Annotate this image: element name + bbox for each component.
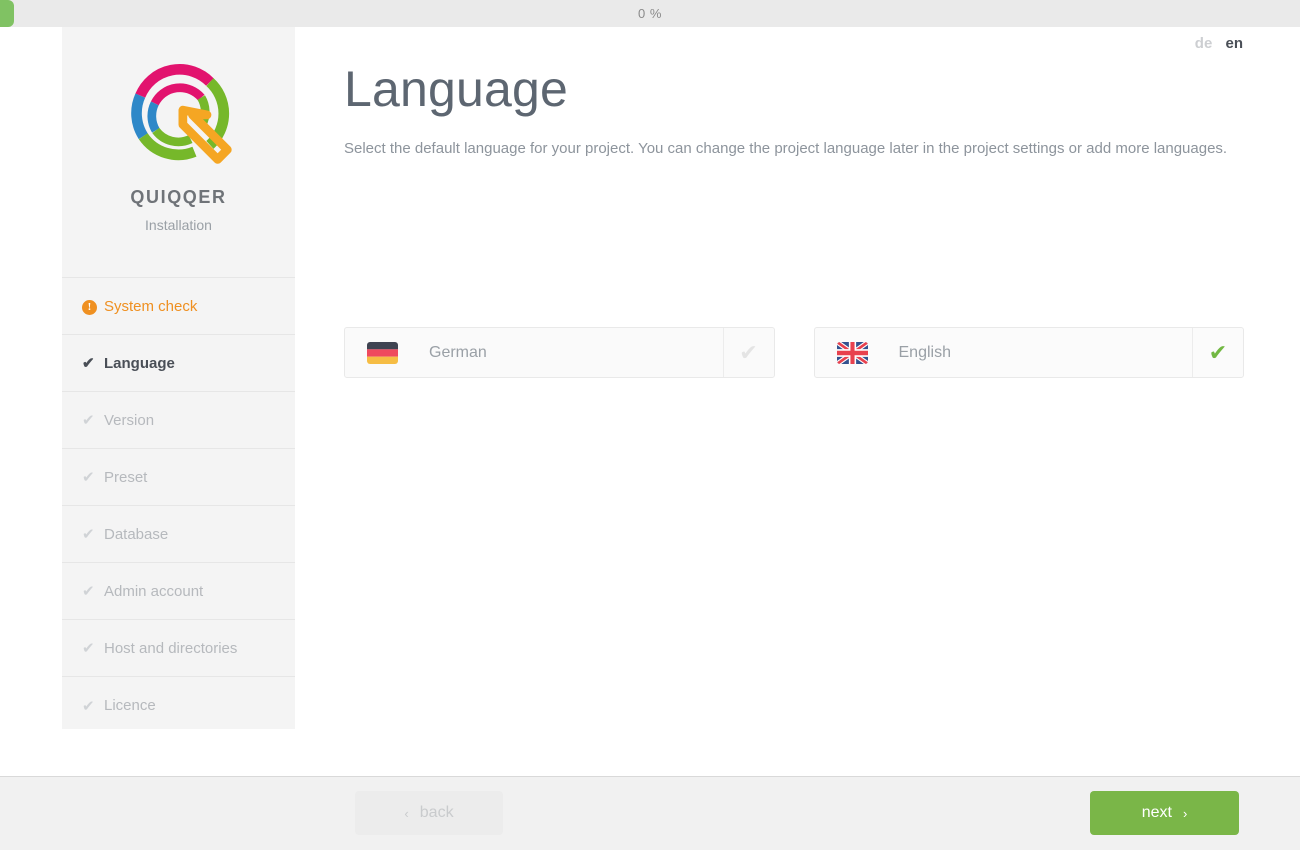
- check-icon: ✔: [82, 640, 95, 657]
- sidebar-item-label: System check: [104, 297, 198, 315]
- language-option-main: English: [815, 328, 1193, 377]
- sidebar-item-system-check[interactable]: ! System check: [62, 278, 295, 335]
- flag-gb-icon: [836, 341, 868, 364]
- brand-block: QUIQQER Installation: [62, 27, 295, 277]
- sidebar-nav: ! System check ✔ Language ✔ Version ✔ Pr…: [62, 277, 295, 734]
- check-icon: ✔: [82, 469, 95, 486]
- check-icon: ✔: [82, 355, 95, 372]
- next-button-label: next: [1141, 804, 1172, 821]
- sidebar-item-label: Version: [104, 411, 155, 429]
- sidebar-item-version[interactable]: ✔ Version: [62, 392, 295, 449]
- language-options: German ✔ English ✔: [344, 327, 1244, 378]
- sidebar: QUIQQER Installation ! System check ✔ La…: [62, 27, 295, 729]
- check-icon: ✔: [82, 583, 95, 600]
- chevron-right-icon: ›: [1182, 805, 1188, 821]
- sidebar-item-admin-account[interactable]: ✔ Admin account: [62, 563, 295, 620]
- footer-bar: ‹ back next ›: [0, 776, 1300, 850]
- language-option-english[interactable]: English ✔: [813, 327, 1244, 378]
- main-content: de en Language Select the default langua…: [295, 27, 1300, 775]
- sidebar-item-licence[interactable]: ✔ Licence: [62, 677, 295, 734]
- quiqqer-logo-icon: [130, 64, 232, 164]
- language-option-main: German: [345, 328, 723, 377]
- chevron-left-icon: ‹: [404, 805, 409, 821]
- sidebar-item-label: Preset: [104, 468, 148, 486]
- check-icon: ✔: [82, 526, 95, 543]
- ui-lang-de[interactable]: de: [1195, 35, 1213, 52]
- check-icon: ✔: [82, 697, 95, 715]
- brand-subtitle: Installation: [145, 217, 212, 233]
- progress-bar: 0 %: [0, 0, 1300, 27]
- sidebar-item-language[interactable]: ✔ Language: [62, 335, 295, 392]
- flag-de-icon: [367, 341, 398, 364]
- sidebar-item-label: Licence: [104, 697, 156, 714]
- sidebar-item-database[interactable]: ✔ Database: [62, 506, 295, 563]
- next-button[interactable]: next ›: [1090, 791, 1239, 835]
- back-button[interactable]: ‹ back: [355, 791, 503, 835]
- check-icon[interactable]: ✔: [722, 328, 774, 377]
- installer-window: 0 % QUIQQER Installation ! System check …: [0, 0, 1300, 850]
- sidebar-item-preset[interactable]: ✔ Preset: [62, 449, 295, 506]
- language-option-label: English: [898, 343, 951, 361]
- alert-circle-icon: !: [82, 297, 104, 315]
- language-option-label: German: [429, 343, 487, 361]
- sidebar-item-label: Admin account: [104, 582, 204, 600]
- brand-name: QUIQQER: [130, 187, 227, 207]
- page-description: Select the default language for your pro…: [344, 140, 1228, 157]
- page-title: Language: [344, 61, 569, 117]
- sidebar-item-host-and-directories[interactable]: ✔ Host and directories: [62, 620, 295, 677]
- ui-lang-en[interactable]: en: [1225, 35, 1243, 52]
- check-icon: ✔: [82, 412, 95, 429]
- back-button-label: back: [419, 804, 454, 821]
- sidebar-item-label: Host and directories: [104, 639, 238, 657]
- ui-language-switcher: de en: [1195, 35, 1243, 52]
- check-icon[interactable]: ✔: [1192, 328, 1243, 377]
- sidebar-item-label: Database: [104, 525, 169, 543]
- language-option-german[interactable]: German ✔: [344, 327, 775, 378]
- sidebar-item-label: Language: [104, 354, 175, 372]
- progress-label: 0 %: [638, 6, 662, 21]
